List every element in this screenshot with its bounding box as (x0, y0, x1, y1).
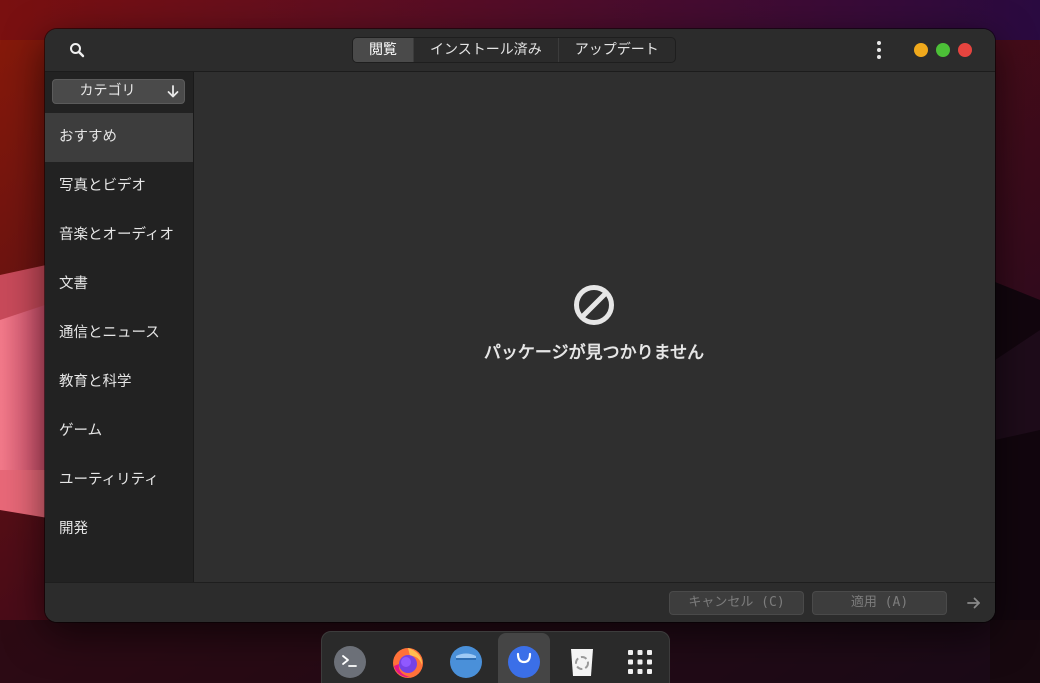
trash-icon (571, 649, 593, 676)
more-vertical-icon-dot (877, 55, 881, 59)
no-entry-icon (574, 285, 614, 325)
search-button[interactable] (65, 39, 89, 61)
category-list: おすすめ 写真とビデオ 音楽とオーディオ 文書 通信とニュース 教育と科学 ゲー… (45, 113, 193, 554)
search-icon (70, 43, 85, 58)
sidebar-item-documents[interactable]: 文書 (45, 260, 193, 309)
cancel-button[interactable]: キャンセル (C) (669, 591, 804, 615)
maximize-button[interactable] (936, 43, 950, 57)
minimize-button[interactable] (914, 43, 928, 57)
sidebar-item-education-science[interactable]: 教育と科学 (45, 358, 193, 407)
software-store-icon (508, 646, 540, 678)
sidebar-item-recommended[interactable]: おすすめ (45, 113, 193, 162)
action-bar: キャンセル (C) 適用 (A) (45, 582, 995, 622)
close-button[interactable] (958, 43, 972, 57)
apply-button[interactable]: 適用 (A) (812, 591, 947, 615)
terminal-icon (334, 646, 366, 678)
more-vertical-icon-dot (877, 48, 881, 52)
arrow-down-icon (167, 85, 179, 98)
dock-item-files[interactable] (444, 640, 488, 683)
sidebar-item-communication-news[interactable]: 通信とニュース (45, 309, 193, 358)
tab-updates[interactable]: アップデート (557, 38, 675, 62)
firefox-icon (393, 648, 423, 678)
sidebar-item-music-audio[interactable]: 音楽とオーディオ (45, 211, 193, 260)
main-menu-button[interactable] (869, 39, 889, 61)
sidebar-item-utilities[interactable]: ユーティリティ (45, 456, 193, 505)
sidebar-item-games[interactable]: ゲーム (45, 407, 193, 456)
dock-item-firefox[interactable] (386, 640, 430, 683)
software-center-window: 閲覧 インストール済み アップデート カテゴリ おすすめ 写真とビデオ 音楽とオ… (45, 29, 995, 622)
tab-browse[interactable]: 閲覧 (353, 38, 413, 62)
category-dropdown[interactable]: カテゴリ (52, 79, 185, 104)
category-sidebar: カテゴリ おすすめ 写真とビデオ 音楽とオーディオ 文書 通信とニュース 教育と… (45, 72, 194, 582)
view-switcher: 閲覧 インストール済み アップデート (352, 37, 676, 63)
main-content: パッケージが見つかりません (194, 72, 995, 582)
dock-item-trash[interactable] (560, 640, 604, 683)
sidebar-item-development[interactable]: 開発 (45, 505, 193, 554)
dock-item-app-grid[interactable] (618, 640, 662, 683)
arrow-right-icon[interactable] (965, 595, 983, 611)
empty-state-message: パッケージが見つかりません (483, 343, 705, 363)
app-grid-icon (628, 650, 652, 674)
dock-item-terminal[interactable] (328, 640, 372, 683)
tab-installed[interactable]: インストール済み (413, 38, 558, 62)
more-vertical-icon (877, 41, 881, 45)
sidebar-item-photo-video[interactable]: 写真とビデオ (45, 162, 193, 211)
files-icon (450, 646, 482, 678)
dock (321, 631, 670, 683)
header-bar: 閲覧 インストール済み アップデート (45, 29, 995, 72)
category-dropdown-label: カテゴリ (79, 83, 136, 99)
dock-item-software-store[interactable] (498, 633, 550, 683)
